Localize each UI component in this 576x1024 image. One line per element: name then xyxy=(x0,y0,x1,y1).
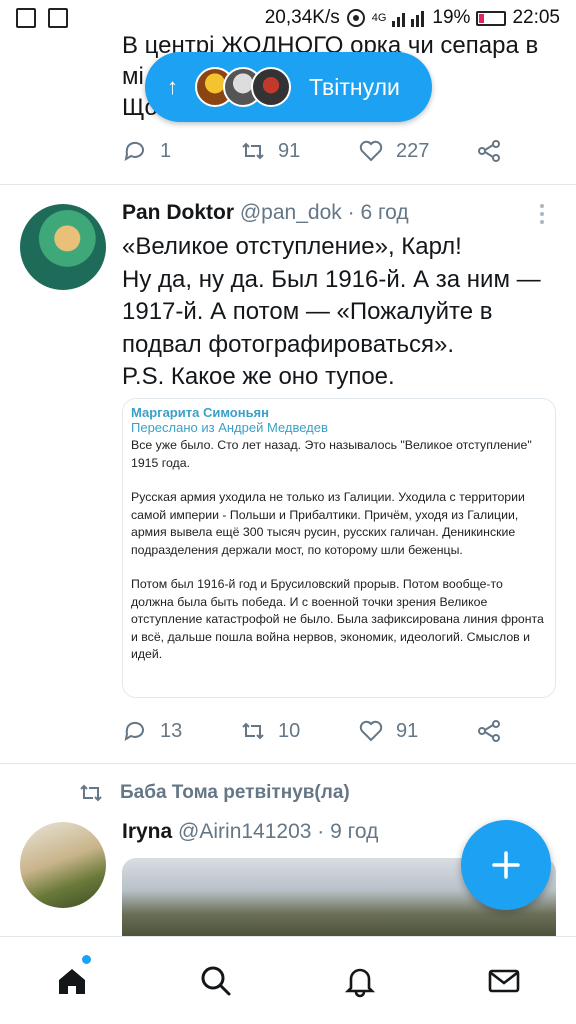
tweet-line: подвал фотографироваться». xyxy=(122,330,455,358)
author-handle[interactable]: @pan_dok xyxy=(240,201,342,224)
retweet-icon xyxy=(242,722,264,740)
tweet-actions: 1 91 227 xyxy=(122,138,502,164)
image-paragraph: Все уже было. Сто лет назад. Это называл… xyxy=(131,438,532,470)
retweet-notice[interactable]: Баба Тома ретвітнув(ла) xyxy=(78,780,350,806)
tweet-line: Ну да, ну да. Был 1916-й. А за ним — xyxy=(122,265,541,293)
image-forwarded: Переслано из Андрей Медведев xyxy=(131,420,328,435)
like-count: 91 xyxy=(396,719,419,742)
nav-search[interactable] xyxy=(144,937,288,1024)
heart-icon xyxy=(359,720,383,742)
alert-icon xyxy=(16,8,36,28)
tweet-line: P.S. Какое же оно тупое. xyxy=(122,363,395,390)
nav-messages[interactable] xyxy=(432,937,576,1024)
reply-count: 13 xyxy=(160,719,183,742)
plus-icon xyxy=(492,851,520,879)
author-name[interactable]: Pan Doktor xyxy=(122,201,234,224)
new-tweets-pill[interactable]: ↑ Твітнули xyxy=(145,52,432,122)
author-handle[interactable]: @Airin141203 xyxy=(178,820,311,843)
avatar xyxy=(251,67,291,107)
search-icon xyxy=(201,966,231,995)
tweet-line: 1917-й. А потом — «Пожалуйте в xyxy=(122,298,493,325)
reply-button[interactable]: 13 xyxy=(122,718,240,744)
reply-icon xyxy=(124,721,144,742)
divider xyxy=(0,763,576,764)
like-count: 227 xyxy=(396,139,430,162)
tweet-time: 9 год xyxy=(330,820,379,843)
retweet-icon xyxy=(242,142,264,160)
retweet-icon xyxy=(80,784,102,802)
clock: 22:05 xyxy=(512,7,560,28)
network-speed: 20,34K/s xyxy=(264,7,340,28)
notification-dot xyxy=(82,955,91,964)
tweet-image[interactable]: Маргарита Симоньян Переслано из Андрей М… xyxy=(122,398,556,698)
signal-icon xyxy=(392,11,425,27)
share-button[interactable] xyxy=(476,718,502,744)
tweet-text: «Великое отступление», Карл! Ну да, ну д… xyxy=(122,231,552,394)
tweet-line: «Великое отступление», Карл! xyxy=(122,233,462,260)
reply-count: 1 xyxy=(160,139,172,162)
like-button[interactable]: 91 xyxy=(358,718,476,744)
tweet-header: Pan Doktor @pan_dok · 6 год xyxy=(122,201,409,225)
reply-icon xyxy=(124,141,144,162)
retweet-button[interactable]: 10 xyxy=(240,718,358,744)
retweet-button[interactable]: 91 xyxy=(240,138,358,164)
arrow-up-icon: ↑ xyxy=(167,74,178,99)
pill-label: Твітнули xyxy=(309,73,400,100)
image-icon xyxy=(48,8,68,28)
tweet-header: Iryna @Airin141203 · 9 год xyxy=(122,820,378,844)
nav-home[interactable] xyxy=(0,937,144,1024)
avatar[interactable] xyxy=(20,204,106,290)
share-icon xyxy=(478,720,500,742)
nav-notifications[interactable] xyxy=(288,937,432,1024)
bottom-nav xyxy=(0,936,576,1024)
separator: · xyxy=(317,820,325,843)
divider xyxy=(0,184,576,185)
reply-button[interactable]: 1 xyxy=(122,138,240,164)
share-icon xyxy=(478,140,500,162)
share-button[interactable] xyxy=(476,138,502,164)
battery-icon xyxy=(476,10,507,26)
retweet-count: 91 xyxy=(278,139,301,162)
retweet-notice-text: Баба Тома ретвітнув(ла) xyxy=(120,782,350,803)
home-icon xyxy=(59,968,85,994)
image-author: Маргарита Симоньян xyxy=(131,405,269,420)
hotspot-icon xyxy=(346,9,365,27)
author-name[interactable]: Iryna xyxy=(122,820,172,843)
notifications-icon xyxy=(344,968,376,997)
battery-percent: 19% xyxy=(432,7,471,28)
heart-icon xyxy=(359,140,383,162)
image-paragraph: Потом был 1916-й год и Брусиловский прор… xyxy=(131,577,544,661)
tweet-actions: 13 10 91 xyxy=(122,718,502,744)
avatar[interactable] xyxy=(20,822,106,908)
retweet-count: 10 xyxy=(278,719,301,742)
tweet-time: 6 год xyxy=(360,201,409,224)
more-options-icon[interactable] xyxy=(540,204,546,228)
image-paragraph: Русская армия уходила не только из Галиц… xyxy=(131,490,525,557)
compose-tweet-button[interactable] xyxy=(461,820,551,910)
network-type: 4G xyxy=(371,12,387,24)
pill-avatars xyxy=(195,67,291,107)
like-button[interactable]: 227 xyxy=(358,138,476,164)
separator: · xyxy=(347,201,355,224)
messages-icon xyxy=(488,969,520,992)
